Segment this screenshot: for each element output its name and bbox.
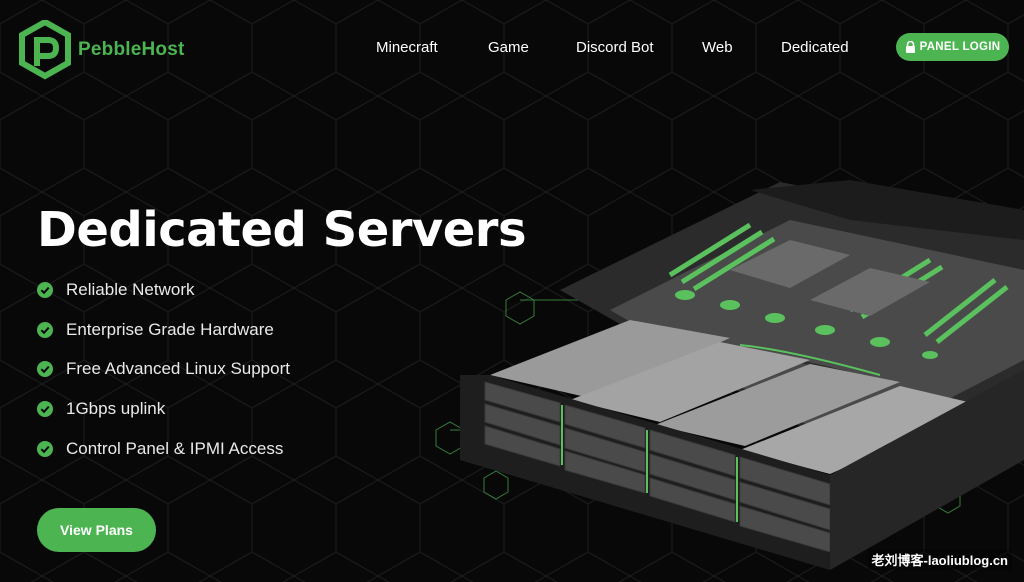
check-circle-icon (37, 440, 53, 457)
main-nav: Minecraft Game Discord Bot Web Dedicated (0, 39, 1024, 59)
feature-item: Enterprise Grade Hardware (37, 310, 290, 350)
view-plans-button[interactable]: View Plans (37, 508, 156, 552)
check-circle-icon (37, 361, 53, 378)
nav-item-game[interactable]: Game (488, 39, 529, 56)
feature-list: Reliable Network Enterprise Grade Hardwa… (37, 270, 290, 468)
feature-item: Control Panel & IPMI Access (37, 429, 290, 469)
feature-item: 1Gbps uplink (37, 389, 290, 429)
check-circle-icon (37, 400, 53, 417)
check-circle-icon (37, 321, 53, 338)
nav-item-dedicated[interactable]: Dedicated (781, 39, 849, 56)
watermark: 老刘博客-laoliublog.cn (867, 549, 1012, 570)
server-illustration (460, 180, 1024, 570)
feature-text: Enterprise Grade Hardware (66, 319, 274, 339)
panel-login-label: PANEL LOGIN (919, 41, 1001, 53)
feature-item: Free Advanced Linux Support (37, 349, 290, 389)
feature-text: 1Gbps uplink (66, 398, 166, 418)
check-circle-icon (37, 281, 53, 298)
lock-icon (905, 41, 915, 53)
feature-text: Control Panel & IPMI Access (66, 438, 284, 458)
nav-item-minecraft[interactable]: Minecraft (376, 39, 438, 56)
panel-login-button[interactable]: PANEL LOGIN (896, 33, 1009, 61)
nav-item-web[interactable]: Web (702, 39, 733, 56)
feature-text: Free Advanced Linux Support (66, 359, 290, 379)
feature-item: Reliable Network (37, 270, 290, 310)
feature-text: Reliable Network (66, 279, 195, 299)
nav-item-discord-bot[interactable]: Discord Bot (576, 39, 654, 56)
